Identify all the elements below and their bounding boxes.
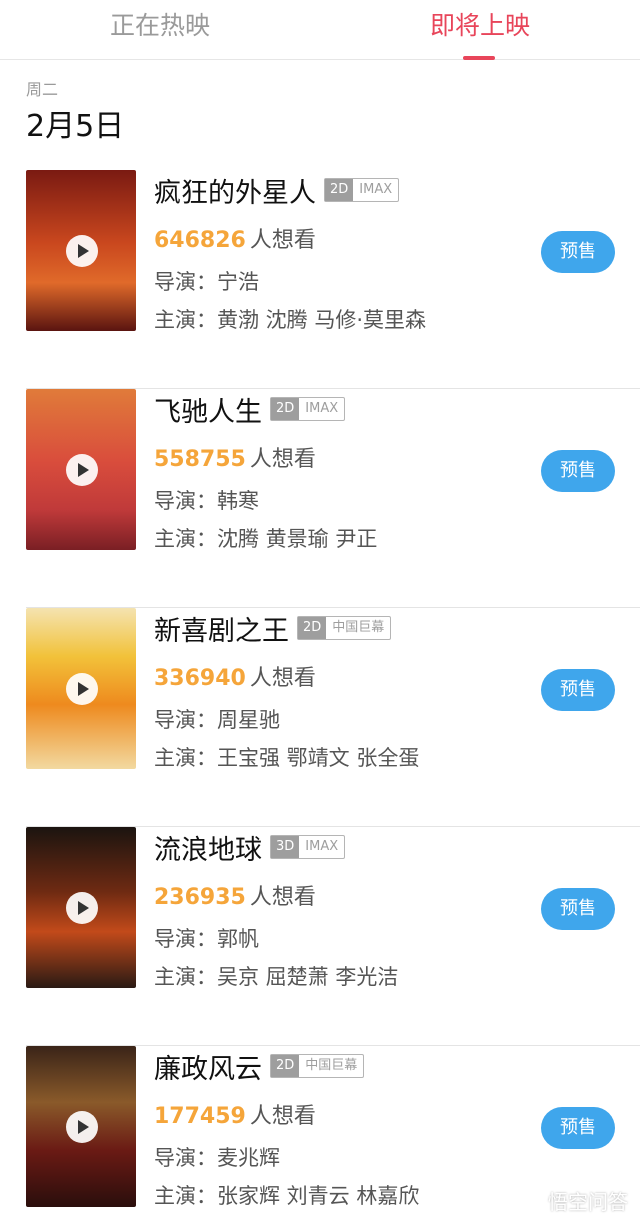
cast-line: 主演：沈腾 黄景瑜 尹正 <box>154 523 377 553</box>
director-name: 周星驰 <box>217 708 280 732</box>
format-badge: 3D IMAX <box>270 835 346 859</box>
director-name: 郭帆 <box>217 927 259 951</box>
movie-title-row: 新喜剧之王 2D 中国巨幕 <box>154 610 392 647</box>
director-line: 导演：周星驰 <box>154 704 280 734</box>
director-line: 导演：宁浩 <box>154 266 259 296</box>
movie-poster[interactable] <box>26 1046 136 1207</box>
presale-button[interactable]: 预售 <box>541 450 615 492</box>
director-line: 导演：麦兆辉 <box>154 1142 280 1172</box>
cast-label: 主演： <box>154 746 217 770</box>
director-line: 导演：韩寒 <box>154 485 259 515</box>
director-name: 韩寒 <box>217 489 259 513</box>
dimension-label: 2D <box>271 398 300 420</box>
director-line: 导演：郭帆 <box>154 923 259 953</box>
movie-title-row: 飞驰人生 2D IMAX <box>154 391 346 428</box>
movie-poster[interactable] <box>26 389 136 550</box>
want-to-see: 236935 人想看 <box>154 879 316 911</box>
format-label: 中国巨幕 <box>332 620 385 635</box>
movie-title: 飞驰人生 <box>154 396 262 428</box>
movie-title-row: 疯狂的外星人 2D IMAX <box>154 172 400 209</box>
dimension-label: 2D <box>298 617 327 639</box>
movie-title: 新喜剧之王 <box>154 615 289 647</box>
cast-names: 王宝强 鄂靖文 张全蛋 <box>217 746 420 770</box>
cast-line: 主演：张家辉 刘青云 林嘉欣 <box>154 1180 419 1210</box>
movie-item[interactable]: 流浪地球 3D IMAX 236935 人想看 导演：郭帆 主演：吴京 屈楚萧 李… <box>0 827 640 1046</box>
want-count: 177459 <box>154 1104 246 1129</box>
play-icon[interactable] <box>66 235 98 267</box>
want-to-see: 336940 人想看 <box>154 660 316 692</box>
date-heading: 2月5日 <box>26 109 125 144</box>
tab-bar: 正在热映 即将上映 <box>0 0 640 60</box>
want-count: 236935 <box>154 885 246 910</box>
format-label: IMAX <box>305 401 339 416</box>
presale-button[interactable]: 预售 <box>541 669 615 711</box>
movie-poster[interactable] <box>26 827 136 988</box>
movie-item[interactable]: 飞驰人生 2D IMAX 558755 人想看 导演：韩寒 主演：沈腾 黄景瑜 尹… <box>0 389 640 608</box>
want-suffix: 人想看 <box>249 885 316 910</box>
want-suffix: 人想看 <box>249 1104 316 1129</box>
play-icon[interactable] <box>66 673 98 705</box>
director-name: 宁浩 <box>217 270 259 294</box>
cast-line: 主演：王宝强 鄂靖文 张全蛋 <box>154 742 419 772</box>
format-label: IMAX <box>305 839 339 854</box>
movie-title: 疯狂的外星人 <box>154 177 316 209</box>
want-count: 558755 <box>154 447 246 472</box>
movie-title-row: 流浪地球 3D IMAX <box>154 829 346 866</box>
director-name: 麦兆辉 <box>217 1146 280 1170</box>
format-label: IMAX <box>359 182 393 197</box>
wukong-logo-icon <box>516 1187 542 1214</box>
format-label: 中国巨幕 <box>305 1058 358 1073</box>
active-tab-indicator <box>463 56 495 60</box>
format-badge: 2D 中国巨幕 <box>297 616 392 640</box>
movie-item[interactable]: 疯狂的外星人 2D IMAX 646826 人想看 导演：宁浩 主演：黄渤 沈腾 … <box>0 170 640 389</box>
cast-label: 主演： <box>154 1184 217 1208</box>
want-count: 336940 <box>154 666 246 691</box>
format-badge: 2D 中国巨幕 <box>270 1054 365 1078</box>
watermark-text: 悟空问答 <box>548 1190 628 1214</box>
want-to-see: 646826 人想看 <box>154 222 316 254</box>
director-label: 导演： <box>154 489 217 513</box>
director-label: 导演： <box>154 270 217 294</box>
cast-line: 主演：吴京 屈楚萧 李光洁 <box>154 961 398 991</box>
play-icon[interactable] <box>66 1111 98 1143</box>
format-badge: 2D IMAX <box>270 397 346 421</box>
tab-now-showing[interactable]: 正在热映 <box>60 6 260 42</box>
want-to-see: 177459 人想看 <box>154 1098 316 1130</box>
want-suffix: 人想看 <box>249 228 316 253</box>
cast-names: 吴京 屈楚萧 李光洁 <box>217 965 399 989</box>
director-label: 导演： <box>154 708 217 732</box>
cast-line: 主演：黄渤 沈腾 马修·莫里森 <box>154 304 426 334</box>
dimension-label: 3D <box>271 836 300 858</box>
dimension-label: 2D <box>325 179 354 201</box>
presale-button[interactable]: 预售 <box>541 1107 615 1149</box>
movie-item[interactable]: 新喜剧之王 2D 中国巨幕 336940 人想看 导演：周星驰 主演：王宝强 鄂靖… <box>0 608 640 827</box>
want-suffix: 人想看 <box>249 447 316 472</box>
play-icon[interactable] <box>66 454 98 486</box>
format-badge: 2D IMAX <box>324 178 400 202</box>
movie-poster[interactable] <box>26 608 136 769</box>
cast-label: 主演： <box>154 527 217 551</box>
director-label: 导演： <box>154 927 217 951</box>
want-to-see: 558755 人想看 <box>154 441 316 473</box>
director-label: 导演： <box>154 1146 217 1170</box>
play-icon[interactable] <box>66 892 98 924</box>
weekday-label: 周二 <box>26 80 59 99</box>
movie-title: 廉政风云 <box>154 1053 262 1085</box>
cast-label: 主演： <box>154 965 217 989</box>
watermark: 悟空问答 <box>516 1186 628 1215</box>
want-count: 646826 <box>154 228 246 253</box>
want-suffix: 人想看 <box>249 666 316 691</box>
cast-names: 张家辉 刘青云 林嘉欣 <box>217 1184 420 1208</box>
movie-poster[interactable] <box>26 170 136 331</box>
cast-names: 沈腾 黄景瑜 尹正 <box>217 527 378 551</box>
presale-button[interactable]: 预售 <box>541 231 615 273</box>
cast-names: 黄渤 沈腾 马修·莫里森 <box>217 308 427 332</box>
movie-title: 流浪地球 <box>154 834 262 866</box>
tab-coming-soon[interactable]: 即将上映 <box>380 6 580 42</box>
presale-button[interactable]: 预售 <box>541 888 615 930</box>
movie-title-row: 廉政风云 2D 中国巨幕 <box>154 1048 365 1085</box>
dimension-label: 2D <box>271 1055 300 1077</box>
cast-label: 主演： <box>154 308 217 332</box>
